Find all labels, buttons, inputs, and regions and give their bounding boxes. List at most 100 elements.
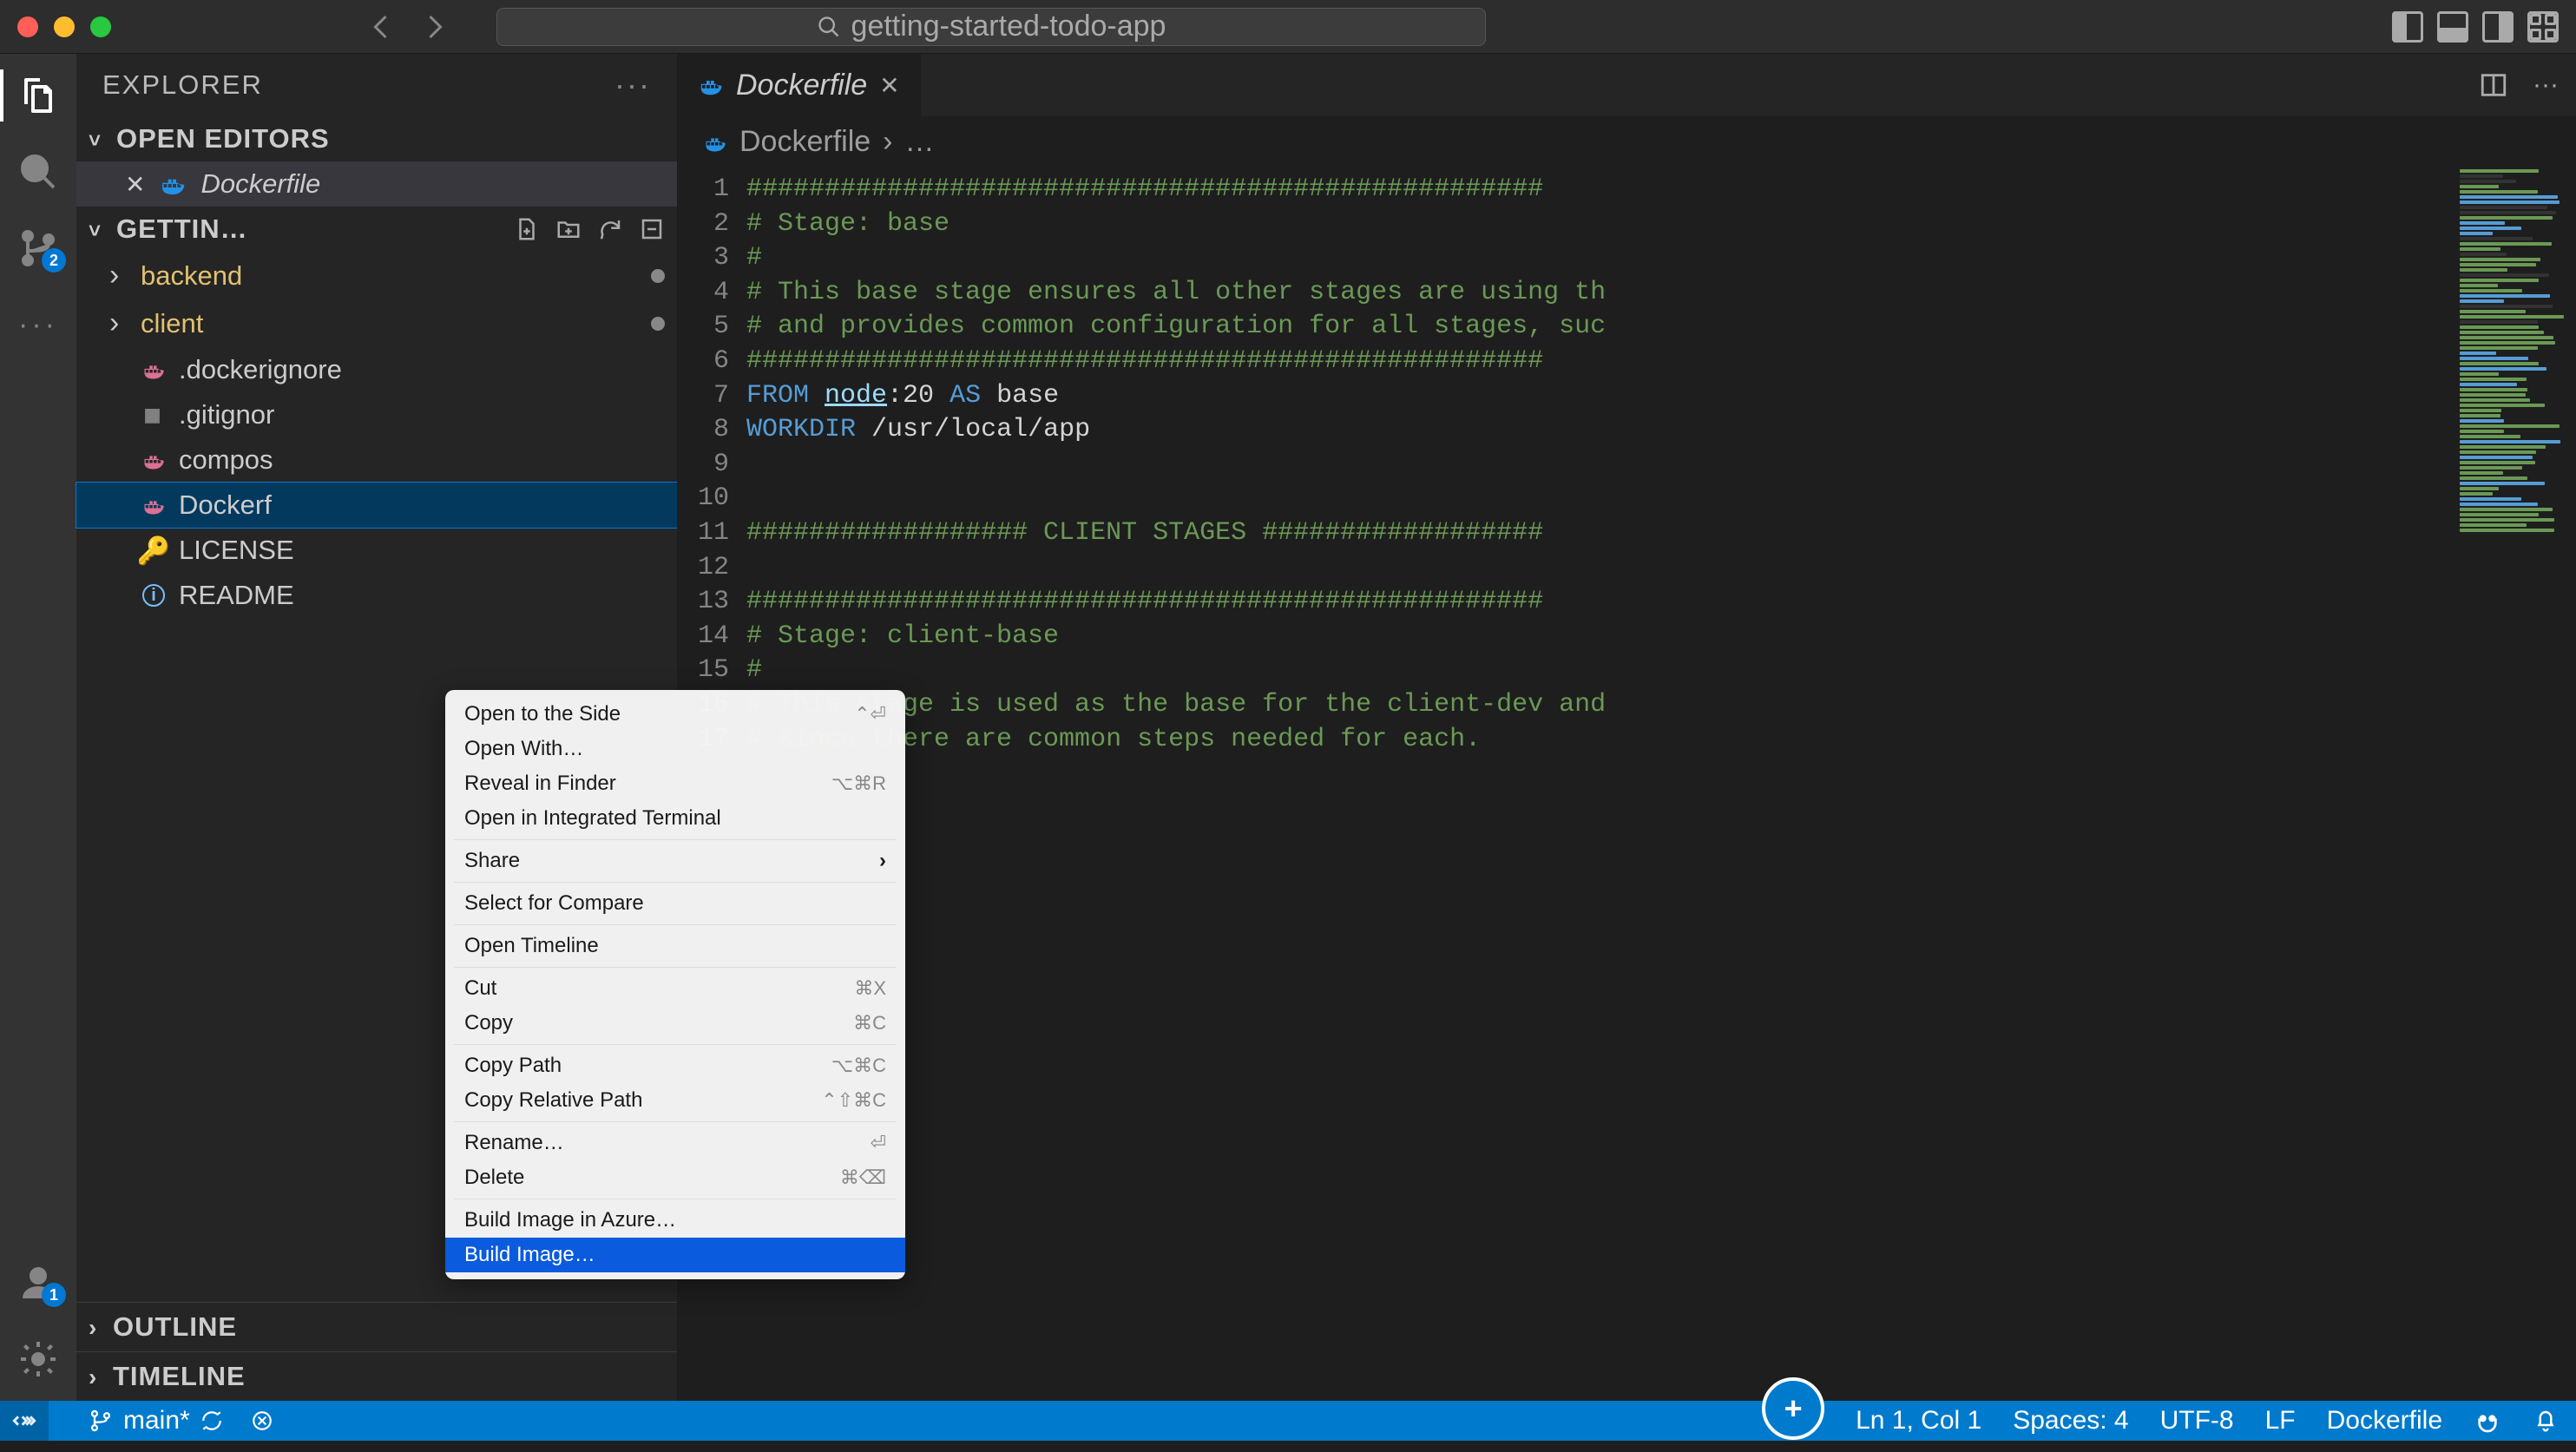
search-text: getting-started-todo-app: [851, 10, 1166, 43]
breadcrumb-more: …: [905, 125, 935, 159]
shortcut: ⌘X: [854, 977, 886, 1000]
open-editor-item[interactable]: ✕ Dockerfile: [76, 161, 677, 207]
context-menu-item[interactable]: Copy Path⌥⌘C: [445, 1048, 905, 1083]
timeline-header[interactable]: TIMELINE: [76, 1351, 677, 1401]
breadcrumb[interactable]: Dockerfile › …: [677, 116, 2576, 168]
context-menu-item[interactable]: Open in Integrated Terminal: [445, 801, 905, 836]
minimap[interactable]: [2454, 168, 2576, 1401]
context-menu-item[interactable]: Build Image in Azure…: [445, 1203, 905, 1238]
context-menu-item[interactable]: Build Image…: [445, 1238, 905, 1272]
explorer-activity[interactable]: [17, 75, 59, 116]
more-activity[interactable]: ···: [17, 304, 59, 345]
toggle-secondary-sidebar-icon[interactable]: [2482, 11, 2514, 43]
file-type-icon: i: [141, 582, 167, 608]
outline-header[interactable]: OUTLINE: [76, 1302, 677, 1351]
new-folder-icon[interactable]: [555, 216, 582, 242]
file-row[interactable]: client: [76, 299, 677, 347]
file-row[interactable]: i README: [76, 573, 677, 618]
scm-activity[interactable]: 2: [17, 227, 59, 269]
copilot-icon[interactable]: [2474, 1407, 2501, 1435]
toggle-primary-sidebar-icon[interactable]: [2392, 11, 2423, 43]
zoom-indicator[interactable]: +: [1762, 1377, 1824, 1440]
file-row[interactable]: Dockerf: [76, 483, 677, 528]
docker-icon: [159, 170, 187, 198]
file-label: LICENSE: [179, 535, 294, 566]
chevron-right-icon: [109, 306, 128, 340]
minimize-window-icon[interactable]: [54, 16, 75, 37]
menu-item-label: Select for Compare: [464, 891, 644, 916]
outline-label: OUTLINE: [113, 1311, 237, 1343]
open-editors-header[interactable]: OPEN EDITORS: [76, 116, 677, 161]
file-row[interactable]: ◆.gitignor: [76, 392, 677, 437]
cursor-position[interactable]: Ln 1, Col 1: [1856, 1406, 1981, 1436]
modified-indicator: [651, 317, 665, 331]
customize-layout-icon[interactable]: [2527, 11, 2559, 43]
remote-indicator[interactable]: [0, 1401, 49, 1441]
context-menu-item[interactable]: Delete⌘⌫: [445, 1160, 905, 1195]
back-icon[interactable]: [366, 11, 398, 43]
context-menu-item[interactable]: Share: [445, 844, 905, 878]
file-row[interactable]: backend: [76, 252, 677, 299]
tab-dockerfile[interactable]: Dockerfile ✕: [677, 54, 922, 116]
close-icon[interactable]: ✕: [125, 170, 145, 199]
context-menu-item[interactable]: Reveal in Finder⌥⌘R: [445, 766, 905, 801]
collapse-icon[interactable]: [639, 216, 665, 242]
encoding[interactable]: UTF-8: [2160, 1406, 2234, 1436]
layout-controls: [2392, 11, 2559, 43]
shortcut: ⌃⇧⌘C: [821, 1089, 886, 1112]
menu-item-label: Cut: [464, 976, 496, 1001]
settings-activity[interactable]: [17, 1338, 59, 1380]
refresh-icon[interactable]: [597, 216, 623, 242]
shortcut: ⌘⌫: [840, 1166, 886, 1189]
maximize-window-icon[interactable]: [90, 16, 111, 37]
menu-item-label: Copy: [464, 1011, 513, 1035]
file-row[interactable]: compos: [76, 437, 677, 483]
context-menu-item[interactable]: Rename…⏎: [445, 1126, 905, 1160]
code-area[interactable]: 1234567891011121314151617 ##############…: [677, 168, 2576, 1401]
context-menu-item[interactable]: Copy⌘C: [445, 1006, 905, 1041]
context-menu-item[interactable]: Open Timeline: [445, 929, 905, 963]
forward-icon[interactable]: [418, 11, 450, 43]
context-menu-item[interactable]: Select for Compare: [445, 886, 905, 921]
close-window-icon[interactable]: [17, 16, 38, 37]
toggle-panel-icon[interactable]: [2437, 11, 2468, 43]
split-editor-icon[interactable]: [2479, 70, 2508, 100]
bell-icon[interactable]: [2533, 1408, 2559, 1434]
close-tab-icon[interactable]: ✕: [879, 71, 899, 100]
sync-icon[interactable]: [200, 1409, 223, 1432]
error-icon[interactable]: [251, 1409, 273, 1432]
file-type-icon: [141, 492, 167, 518]
scm-badge: 2: [42, 248, 66, 273]
chevron-down-icon: [89, 214, 109, 245]
search-activity[interactable]: [17, 151, 59, 193]
sidebar-more-icon[interactable]: ···: [614, 67, 651, 103]
code-content[interactable]: ########################################…: [746, 168, 2454, 1401]
workspace-tools: [514, 216, 665, 242]
file-label: compos: [179, 444, 273, 476]
context-menu: Open to the Side⌃⏎Open With…Reveal in Fi…: [445, 690, 905, 1279]
new-file-icon[interactable]: [514, 216, 540, 242]
timeline-label: TIMELINE: [113, 1361, 246, 1392]
chevron-right-icon: ›: [883, 125, 892, 159]
tab-bar: Dockerfile ✕ ···: [677, 54, 2576, 116]
workspace-header[interactable]: GETTIN…: [76, 207, 677, 252]
file-row[interactable]: .dockerignore: [76, 347, 677, 392]
language-mode[interactable]: Dockerfile: [2327, 1406, 2442, 1436]
context-menu-item[interactable]: Open With…: [445, 732, 905, 766]
activity-bar: 2 ··· 1: [0, 54, 76, 1401]
branch-status[interactable]: main*: [73, 1406, 289, 1436]
context-menu-item[interactable]: Copy Relative Path⌃⇧⌘C: [445, 1083, 905, 1118]
menu-item-label: Open in Integrated Terminal: [464, 806, 721, 831]
context-menu-item[interactable]: Cut ⌘X: [445, 971, 905, 1006]
command-center[interactable]: getting-started-todo-app: [496, 8, 1486, 46]
accounts-activity[interactable]: 1: [17, 1262, 59, 1304]
eol[interactable]: LF: [2265, 1406, 2296, 1436]
more-actions-icon[interactable]: ···: [2533, 70, 2559, 100]
context-menu-item[interactable]: Open to the Side⌃⏎: [445, 697, 905, 732]
tab-title: Dockerfile: [736, 69, 867, 102]
file-label: client: [141, 308, 203, 339]
file-label: README: [179, 580, 294, 611]
file-row[interactable]: 🔑LICENSE: [76, 528, 677, 573]
indentation[interactable]: Spaces: 4: [2013, 1406, 2128, 1436]
docker-icon: [698, 72, 724, 98]
